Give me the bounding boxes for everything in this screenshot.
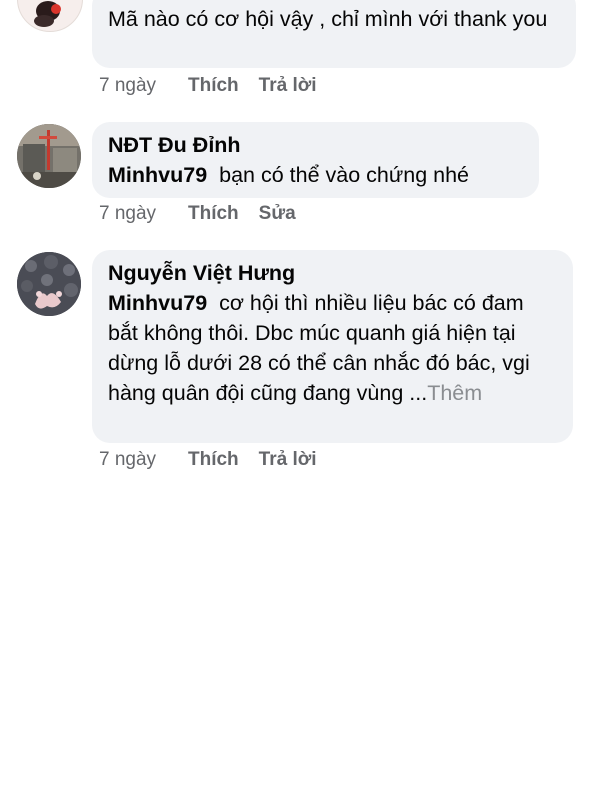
edit-button[interactable]: Sửa xyxy=(259,202,296,226)
comment-text: bạn có thể vào chứng nhé xyxy=(219,163,469,187)
comment-actions: 7 ngày Thích Sửa xyxy=(99,202,316,226)
user-avatar-icon xyxy=(17,124,81,188)
comment-text: Mã nào có cơ hội vậy , chỉ mình với than… xyxy=(108,7,548,31)
comment-actions: 7 ngày Thích Trả lời xyxy=(99,448,337,472)
mention-link[interactable]: Minhvu79 xyxy=(108,291,207,315)
like-button[interactable]: Thích xyxy=(188,202,239,226)
comment-bubble: NĐT Đu Đỉnh Minhvu79 bạn có thể vào chứn… xyxy=(92,122,539,198)
comment-author[interactable]: NĐT Đu Đỉnh xyxy=(108,130,523,160)
like-button[interactable]: Thích xyxy=(188,448,239,472)
comment-bubble: Mã nào có cơ hội vậy , chỉ mình với than… xyxy=(92,0,576,68)
comment-time: 7 ngày xyxy=(99,449,157,470)
like-button[interactable]: Thích xyxy=(188,74,239,98)
avatar[interactable] xyxy=(17,252,81,316)
comment-time: 7 ngày xyxy=(99,75,157,96)
comment-bubble: Nguyễn Việt Hưng Minhvu79 cơ hội thì nhi… xyxy=(92,250,573,443)
reply-button[interactable]: Trả lời xyxy=(259,74,317,98)
avatar[interactable] xyxy=(17,0,83,32)
see-more-link[interactable]: Thêm xyxy=(427,381,482,405)
user-avatar-icon xyxy=(17,252,81,316)
comment-actions: 7 ngày Thích Trả lời xyxy=(99,74,337,98)
mention-link[interactable]: Minhvu79 xyxy=(108,163,207,187)
reply-button[interactable]: Trả lời xyxy=(259,448,317,472)
comment-author[interactable]: Nguyễn Việt Hưng xyxy=(108,258,557,288)
comment-thread: Mã nào có cơ hội vậy , chỉ mình với than… xyxy=(0,0,600,800)
comment-time: 7 ngày xyxy=(99,203,157,224)
user-avatar-icon xyxy=(18,0,82,31)
avatar[interactable] xyxy=(17,124,81,188)
